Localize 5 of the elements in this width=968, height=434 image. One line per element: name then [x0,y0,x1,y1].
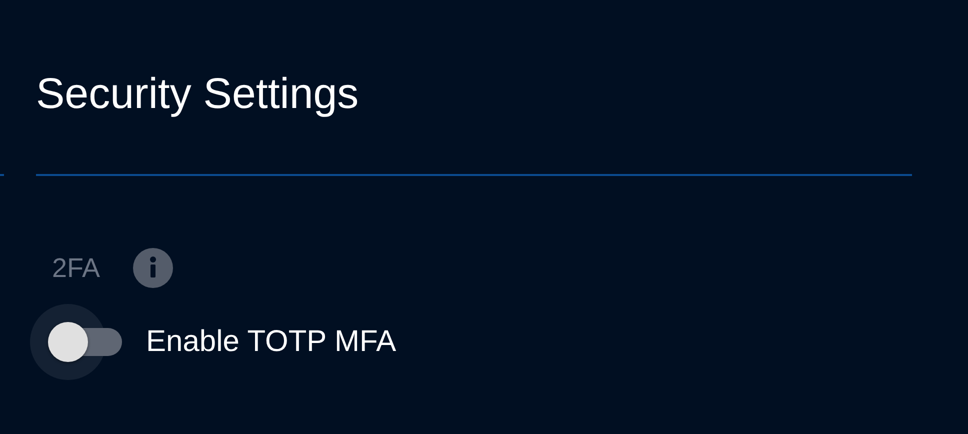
page-title: Security Settings [36,69,360,120]
section-label: 2FA [52,252,100,284]
info-icon[interactable] [133,248,174,288]
toggle-label: Enable TOTP MFA [146,325,396,359]
toggle-switch[interactable] [30,304,122,380]
